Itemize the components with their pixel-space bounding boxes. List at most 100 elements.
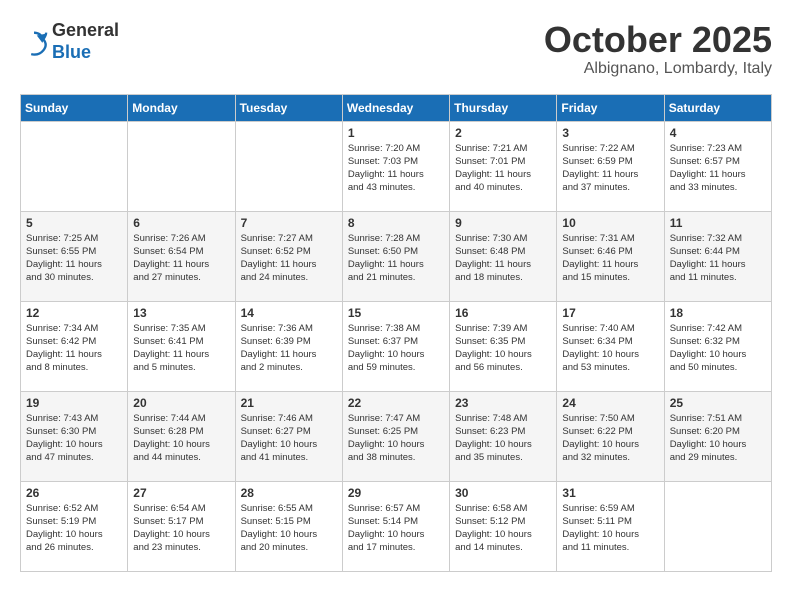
day-info: Sunrise: 7:47 AM Sunset: 6:25 PM Dayligh… bbox=[348, 412, 444, 465]
calendar-cell: 16Sunrise: 7:39 AM Sunset: 6:35 PM Dayli… bbox=[450, 301, 557, 391]
day-info: Sunrise: 7:26 AM Sunset: 6:54 PM Dayligh… bbox=[133, 232, 229, 285]
calendar-week-row: 26 Sunrise: 6:52 AM Sunset: 5:19 PM Dayli… bbox=[21, 481, 772, 571]
logo-icon bbox=[20, 28, 48, 56]
calendar-week-row: 12 Sunrise: 7:34 AM Sunset: 6:42 PM Dayli… bbox=[21, 301, 772, 391]
day-number: 15 bbox=[348, 306, 444, 320]
day-number: 8 bbox=[348, 216, 444, 230]
calendar-cell: 7Sunrise: 7:27 AM Sunset: 6:52 PM Daylig… bbox=[235, 211, 342, 301]
calendar-cell: 10 Sunrise: 7:31 AM Sunset: 6:46 PM Dayli… bbox=[557, 211, 664, 301]
day-number: 10 bbox=[562, 216, 658, 230]
day-info: Sunrise: 7:34 AM Sunset: 6:42 PM Dayligh… bbox=[26, 322, 122, 375]
day-number: 16 bbox=[455, 306, 551, 320]
calendar-cell: 5Sunrise: 7:25 AM Sunset: 6:55 PM Daylig… bbox=[21, 211, 128, 301]
logo: General Blue bbox=[20, 20, 119, 63]
calendar-cell: 6Sunrise: 7:26 AM Sunset: 6:54 PM Daylig… bbox=[128, 211, 235, 301]
calendar-cell bbox=[664, 481, 771, 571]
day-number: 14 bbox=[241, 306, 337, 320]
day-number: 31 bbox=[562, 486, 658, 500]
calendar-cell: 18 Sunrise: 7:42 AM Sunset: 6:32 PM Dayli… bbox=[664, 301, 771, 391]
weekday-header: Friday bbox=[557, 94, 664, 121]
day-number: 5 bbox=[26, 216, 122, 230]
day-info: Sunrise: 6:58 AM Sunset: 5:12 PM Dayligh… bbox=[455, 502, 551, 555]
day-number: 21 bbox=[241, 396, 337, 410]
calendar-cell: 8Sunrise: 7:28 AM Sunset: 6:50 PM Daylig… bbox=[342, 211, 449, 301]
month-title: October 2025 bbox=[544, 20, 772, 60]
calendar-cell: 14 Sunrise: 7:36 AM Sunset: 6:39 PM Dayli… bbox=[235, 301, 342, 391]
day-number: 28 bbox=[241, 486, 337, 500]
calendar-week-row: 19 Sunrise: 7:43 AM Sunset: 6:30 PM Dayli… bbox=[21, 391, 772, 481]
day-number: 18 bbox=[670, 306, 766, 320]
day-info: Sunrise: 7:40 AM Sunset: 6:34 PM Dayligh… bbox=[562, 322, 658, 375]
day-info: Sunrise: 7:48 AM Sunset: 6:23 PM Dayligh… bbox=[455, 412, 551, 465]
calendar-cell: 21 Sunrise: 7:46 AM Sunset: 6:27 PM Dayli… bbox=[235, 391, 342, 481]
logo-text: General Blue bbox=[52, 20, 119, 63]
weekday-header: Monday bbox=[128, 94, 235, 121]
day-number: 22 bbox=[348, 396, 444, 410]
day-number: 4 bbox=[670, 126, 766, 140]
weekday-header: Thursday bbox=[450, 94, 557, 121]
day-info: Sunrise: 7:46 AM Sunset: 6:27 PM Dayligh… bbox=[241, 412, 337, 465]
day-info: Sunrise: 6:52 AM Sunset: 5:19 PM Dayligh… bbox=[26, 502, 122, 555]
calendar-cell bbox=[21, 121, 128, 211]
day-number: 26 bbox=[26, 486, 122, 500]
calendar-cell: 30Sunrise: 6:58 AM Sunset: 5:12 PM Dayli… bbox=[450, 481, 557, 571]
day-number: 20 bbox=[133, 396, 229, 410]
day-info: Sunrise: 7:22 AM Sunset: 6:59 PM Dayligh… bbox=[562, 142, 658, 195]
calendar-cell: 22 Sunrise: 7:47 AM Sunset: 6:25 PM Dayli… bbox=[342, 391, 449, 481]
day-info: Sunrise: 7:32 AM Sunset: 6:44 PM Dayligh… bbox=[670, 232, 766, 285]
day-number: 9 bbox=[455, 216, 551, 230]
calendar-cell: 3 Sunrise: 7:22 AM Sunset: 6:59 PM Daylig… bbox=[557, 121, 664, 211]
weekday-header-row: SundayMondayTuesdayWednesdayThursdayFrid… bbox=[21, 94, 772, 121]
calendar-cell: 11 Sunrise: 7:32 AM Sunset: 6:44 PM Dayli… bbox=[664, 211, 771, 301]
day-number: 25 bbox=[670, 396, 766, 410]
calendar-cell bbox=[128, 121, 235, 211]
day-number: 12 bbox=[26, 306, 122, 320]
calendar-cell: 19 Sunrise: 7:43 AM Sunset: 6:30 PM Dayli… bbox=[21, 391, 128, 481]
day-number: 11 bbox=[670, 216, 766, 230]
calendar-cell: 2Sunrise: 7:21 AM Sunset: 7:01 PM Daylig… bbox=[450, 121, 557, 211]
day-info: Sunrise: 6:59 AM Sunset: 5:11 PM Dayligh… bbox=[562, 502, 658, 555]
location: Albignano, Lombardy, Italy bbox=[544, 60, 772, 78]
day-info: Sunrise: 7:36 AM Sunset: 6:39 PM Dayligh… bbox=[241, 322, 337, 375]
day-number: 13 bbox=[133, 306, 229, 320]
calendar-cell: 15 Sunrise: 7:38 AM Sunset: 6:37 PM Dayli… bbox=[342, 301, 449, 391]
calendar-week-row: 1Sunrise: 7:20 AM Sunset: 7:03 PM Daylig… bbox=[21, 121, 772, 211]
calendar-cell: 9Sunrise: 7:30 AM Sunset: 6:48 PM Daylig… bbox=[450, 211, 557, 301]
calendar-cell: 28 Sunrise: 6:55 AM Sunset: 5:15 PM Dayli… bbox=[235, 481, 342, 571]
calendar-cell: 12 Sunrise: 7:34 AM Sunset: 6:42 PM Dayli… bbox=[21, 301, 128, 391]
day-info: Sunrise: 7:35 AM Sunset: 6:41 PM Dayligh… bbox=[133, 322, 229, 375]
title-block: October 2025 Albignano, Lombardy, Italy bbox=[544, 20, 772, 78]
calendar-cell: 31 Sunrise: 6:59 AM Sunset: 5:11 PM Dayli… bbox=[557, 481, 664, 571]
calendar-cell: 4 Sunrise: 7:23 AM Sunset: 6:57 PM Daylig… bbox=[664, 121, 771, 211]
day-info: Sunrise: 7:31 AM Sunset: 6:46 PM Dayligh… bbox=[562, 232, 658, 285]
calendar-cell: 17 Sunrise: 7:40 AM Sunset: 6:34 PM Dayli… bbox=[557, 301, 664, 391]
calendar-cell: 1Sunrise: 7:20 AM Sunset: 7:03 PM Daylig… bbox=[342, 121, 449, 211]
day-info: Sunrise: 7:20 AM Sunset: 7:03 PM Dayligh… bbox=[348, 142, 444, 195]
day-info: Sunrise: 7:23 AM Sunset: 6:57 PM Dayligh… bbox=[670, 142, 766, 195]
day-info: Sunrise: 7:50 AM Sunset: 6:22 PM Dayligh… bbox=[562, 412, 658, 465]
day-number: 19 bbox=[26, 396, 122, 410]
calendar-cell: 13 Sunrise: 7:35 AM Sunset: 6:41 PM Dayli… bbox=[128, 301, 235, 391]
calendar-cell: 29 Sunrise: 6:57 AM Sunset: 5:14 PM Dayli… bbox=[342, 481, 449, 571]
day-info: Sunrise: 7:43 AM Sunset: 6:30 PM Dayligh… bbox=[26, 412, 122, 465]
page-header: General Blue October 2025 Albignano, Lom… bbox=[20, 20, 772, 78]
weekday-header: Saturday bbox=[664, 94, 771, 121]
logo-general: General bbox=[52, 20, 119, 40]
day-info: Sunrise: 7:21 AM Sunset: 7:01 PM Dayligh… bbox=[455, 142, 551, 195]
day-info: Sunrise: 6:54 AM Sunset: 5:17 PM Dayligh… bbox=[133, 502, 229, 555]
day-number: 27 bbox=[133, 486, 229, 500]
day-number: 3 bbox=[562, 126, 658, 140]
calendar-cell: 24Sunrise: 7:50 AM Sunset: 6:22 PM Dayli… bbox=[557, 391, 664, 481]
day-info: Sunrise: 6:55 AM Sunset: 5:15 PM Dayligh… bbox=[241, 502, 337, 555]
weekday-header: Sunday bbox=[21, 94, 128, 121]
day-info: Sunrise: 7:42 AM Sunset: 6:32 PM Dayligh… bbox=[670, 322, 766, 375]
day-info: Sunrise: 7:44 AM Sunset: 6:28 PM Dayligh… bbox=[133, 412, 229, 465]
day-info: Sunrise: 7:38 AM Sunset: 6:37 PM Dayligh… bbox=[348, 322, 444, 375]
day-number: 17 bbox=[562, 306, 658, 320]
calendar-week-row: 5Sunrise: 7:25 AM Sunset: 6:55 PM Daylig… bbox=[21, 211, 772, 301]
logo-blue: Blue bbox=[52, 42, 91, 62]
day-info: Sunrise: 6:57 AM Sunset: 5:14 PM Dayligh… bbox=[348, 502, 444, 555]
day-number: 29 bbox=[348, 486, 444, 500]
calendar-cell: 20 Sunrise: 7:44 AM Sunset: 6:28 PM Dayli… bbox=[128, 391, 235, 481]
calendar-table: SundayMondayTuesdayWednesdayThursdayFrid… bbox=[20, 94, 772, 572]
